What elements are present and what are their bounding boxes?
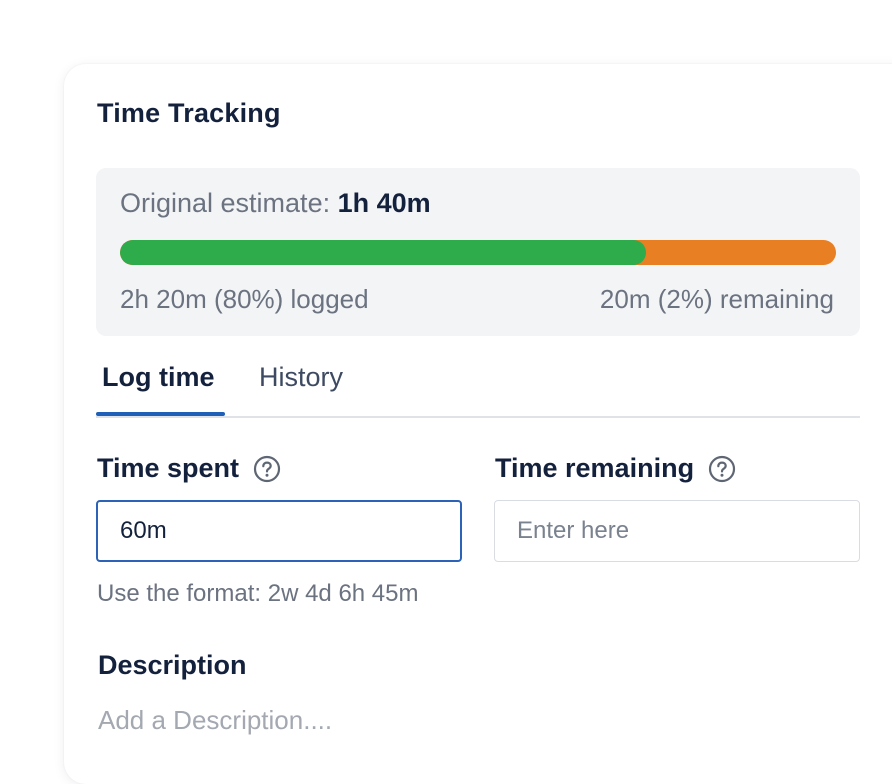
format-hint: Use the format: 2w 4d 6h 45m bbox=[97, 580, 419, 607]
question-circle-icon[interactable] bbox=[253, 455, 281, 483]
panel-title: Time Tracking bbox=[97, 98, 281, 128]
description-input[interactable] bbox=[98, 700, 838, 740]
time-spent-label-group: Time spent bbox=[97, 453, 281, 484]
time-logged-fill bbox=[120, 240, 646, 265]
active-tab-indicator bbox=[96, 412, 225, 416]
estimate-summary: Original estimate: 1h 40m 2h 20m (80%) l… bbox=[96, 168, 860, 336]
tab-bar: Log time History bbox=[96, 358, 860, 418]
time-remaining-input[interactable] bbox=[494, 500, 860, 562]
time-logged-text: 2h 20m (80%) logged bbox=[120, 284, 369, 314]
time-remaining-label-group: Time remaining bbox=[495, 453, 736, 484]
time-spent-input[interactable] bbox=[96, 500, 462, 562]
question-circle-icon[interactable] bbox=[708, 455, 736, 483]
original-estimate-value: 1h 40m bbox=[337, 188, 431, 218]
time-progress-bar bbox=[120, 240, 836, 265]
tab-log-time[interactable]: Log time bbox=[102, 362, 215, 393]
time-remaining-text: 20m (2%) remaining bbox=[599, 284, 834, 314]
original-estimate: Original estimate: 1h 40m bbox=[120, 188, 431, 219]
tab-history[interactable]: History bbox=[259, 362, 343, 393]
original-estimate-label: Original estimate: bbox=[120, 188, 331, 218]
time-spent-label: Time spent bbox=[97, 453, 240, 483]
time-remaining-label: Time remaining bbox=[495, 453, 695, 483]
description-label: Description bbox=[98, 650, 247, 680]
